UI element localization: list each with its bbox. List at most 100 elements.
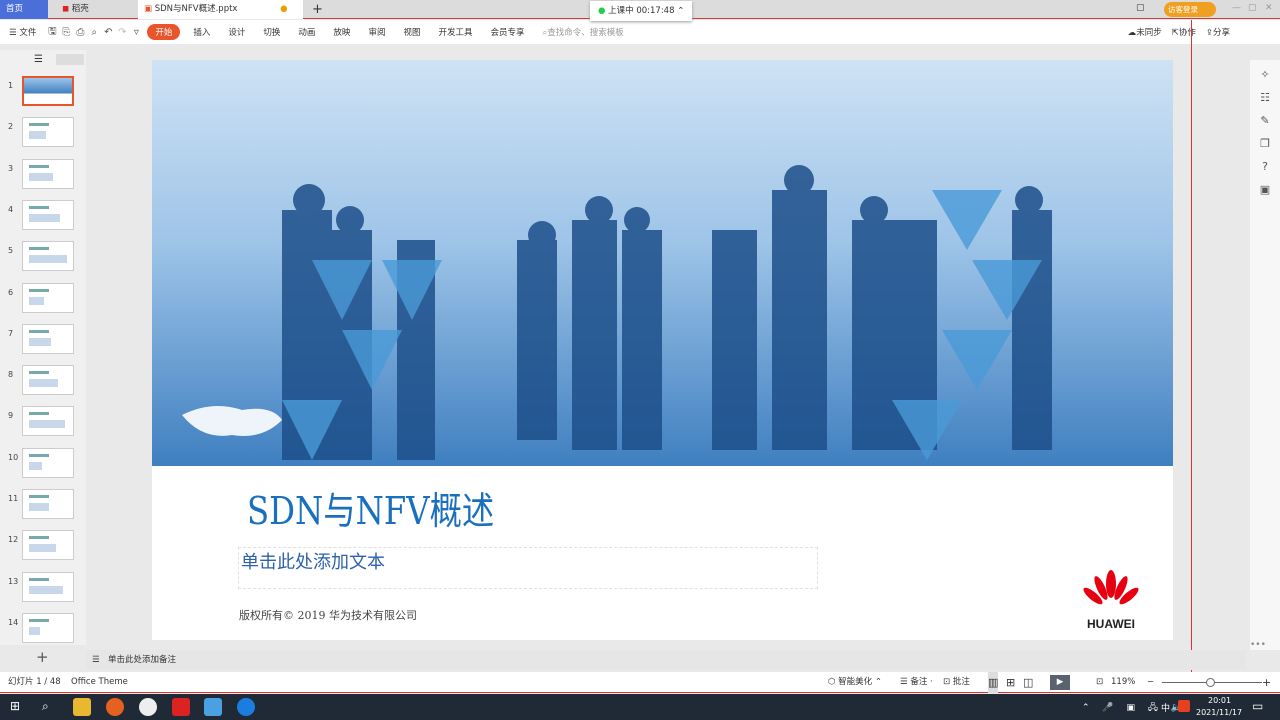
menu-transitions[interactable]: 切换 bbox=[254, 26, 289, 38]
tab-docer[interactable]: ◼ 稻壳 bbox=[56, 0, 136, 19]
slide-thumbnail[interactable] bbox=[22, 571, 74, 602]
new-tab-button[interactable]: + bbox=[306, 0, 323, 19]
menu-member[interactable]: 会员专享 bbox=[481, 26, 533, 38]
login-button[interactable]: 访客登录 bbox=[1164, 2, 1216, 17]
menu-slideshow[interactable]: 放映 bbox=[324, 26, 359, 38]
tab-label: 稻壳 bbox=[71, 4, 89, 14]
comments-button[interactable]: ⊡ 批注 bbox=[943, 672, 970, 693]
slide-thumbnail[interactable] bbox=[22, 282, 74, 313]
slide-thumbnail[interactable] bbox=[22, 117, 74, 148]
wps-icon[interactable] bbox=[172, 698, 190, 716]
tab-bar: 首页 ◼ 稻壳 ▣ SDN与NFV概述.pptx ● + ● 上课中 00:17… bbox=[0, 0, 1280, 21]
play-slideshow-button[interactable]: ▶ bbox=[1050, 675, 1070, 690]
menu-design[interactable]: 设计 bbox=[219, 26, 254, 38]
slide-title[interactable]: SDN与NFV概述 bbox=[247, 480, 494, 535]
help-icon[interactable]: ? bbox=[1262, 160, 1268, 173]
slide-counter: 幻灯片 1 / 48 bbox=[8, 677, 61, 687]
menu-review[interactable]: 审阅 bbox=[359, 26, 394, 38]
firefox-icon[interactable] bbox=[106, 698, 124, 716]
outline-view-icon[interactable]: ☰ bbox=[34, 54, 43, 65]
menu-animation[interactable]: 动画 bbox=[289, 26, 324, 38]
slide-thumbnail[interactable] bbox=[22, 406, 74, 437]
classroom-app-icon[interactable] bbox=[204, 698, 222, 716]
animation-icon[interactable]: ✧ bbox=[1260, 68, 1269, 81]
beautify-button[interactable]: ⬡ 智能美化 ⌃ bbox=[828, 672, 882, 693]
timer-text: 上课中 00:17:48 bbox=[608, 6, 675, 16]
maximize-button[interactable]: ▢ bbox=[1248, 3, 1257, 13]
undo-icon[interactable]: ↶ bbox=[101, 27, 115, 38]
export-icon[interactable]: ⎘ bbox=[59, 27, 73, 38]
search-input[interactable]: ⌕查找命令、搜索模板 bbox=[534, 26, 633, 38]
windows-start-icon[interactable]: ⊞ bbox=[10, 699, 20, 713]
class-timer[interactable]: ● 上课中 00:17:48 ⌃ bbox=[590, 1, 692, 21]
clock-time[interactable]: 20:01 bbox=[1208, 696, 1231, 705]
right-tool-sidebar: ✧ ☷ ✎ ❐? ▣ ••• bbox=[1250, 60, 1280, 650]
menu-insert[interactable]: 插入 bbox=[184, 26, 219, 38]
sorter-view-icon[interactable]: ⊞ bbox=[1006, 672, 1015, 693]
slide-thumbnail[interactable] bbox=[22, 76, 74, 106]
notification-icon[interactable]: ▭ bbox=[1252, 699, 1263, 713]
notes-icon: ☰ bbox=[92, 655, 100, 665]
close-button[interactable]: ✕ bbox=[1265, 3, 1273, 13]
menu-view[interactable]: 视图 bbox=[394, 26, 429, 38]
notes-pane[interactable]: ☰ 单击此处添加备注 bbox=[86, 650, 1246, 670]
more-icon[interactable]: ••• bbox=[1250, 640, 1266, 650]
copy-icon[interactable]: ❐ bbox=[1260, 137, 1270, 150]
ime-indicator[interactable]: 中 bbox=[1161, 701, 1170, 714]
sogou-icon[interactable] bbox=[1178, 700, 1190, 712]
more-icon[interactable]: ▿ bbox=[129, 27, 143, 38]
menu-home[interactable]: 开始 bbox=[147, 24, 181, 40]
subtitle-placeholder[interactable]: 单击此处添加文本 bbox=[238, 547, 818, 589]
thumbnail-view-icon[interactable] bbox=[56, 54, 84, 65]
app-avatar-icon[interactable] bbox=[139, 698, 157, 716]
zoom-level[interactable]: 119% bbox=[1111, 672, 1135, 693]
tab-label: SDN与NFV概述.pptx bbox=[154, 4, 238, 14]
search-icon[interactable]: ⌕ bbox=[42, 699, 49, 714]
menu-developer[interactable]: 开发工具 bbox=[429, 26, 481, 38]
clock-date[interactable]: 2021/11/17 bbox=[1196, 708, 1242, 717]
sync-button[interactable]: ☁未同步 bbox=[1128, 26, 1162, 38]
fit-window-icon[interactable]: ⊡ bbox=[1096, 672, 1103, 693]
beautify-label: 智能美化 bbox=[838, 677, 873, 687]
minimize-button[interactable]: — bbox=[1232, 3, 1241, 13]
settings-sliders-icon[interactable]: ☷ bbox=[1260, 91, 1270, 104]
slide-thumbnail[interactable] bbox=[22, 447, 74, 478]
collab-button[interactable]: ⇱协作 bbox=[1172, 26, 1196, 38]
window-count-icon[interactable]: ▢ bbox=[1136, 3, 1145, 13]
print-icon[interactable]: ⎙ bbox=[73, 27, 87, 38]
save-icon[interactable]: 🖫 bbox=[45, 24, 59, 41]
huawei-petals-icon bbox=[1083, 570, 1139, 605]
slide-thumbnail[interactable] bbox=[22, 199, 74, 230]
thumbnail-number: 12 bbox=[8, 535, 19, 545]
file-menu[interactable]: ☰ 文件 bbox=[0, 26, 45, 38]
system-tray-icons[interactable]: ⌃ 🎤 ▣ 🖧 🔈 bbox=[1082, 700, 1187, 716]
zoom-slider-handle[interactable] bbox=[1206, 678, 1215, 687]
file-explorer-icon[interactable] bbox=[73, 698, 91, 716]
notes-toggle-button[interactable]: ☰ 备注 · bbox=[900, 672, 933, 693]
slide-thumbnail[interactable] bbox=[22, 489, 74, 519]
slide-canvas[interactable]: SDN与NFV概述 单击此处添加文本 版权所有© 2019 华为技术有限公司 H… bbox=[152, 60, 1173, 640]
thumbnail-number: 14 bbox=[8, 617, 19, 627]
preview-icon[interactable]: ⌕ bbox=[87, 27, 101, 38]
unsaved-dot-icon: ● bbox=[280, 4, 288, 14]
normal-view-icon[interactable]: ▥ bbox=[988, 672, 999, 693]
slide-thumbnail[interactable] bbox=[22, 323, 74, 354]
slide-thumbnail[interactable] bbox=[22, 612, 74, 643]
reading-view-icon[interactable]: ◫ bbox=[1023, 672, 1033, 693]
zoom-in-button[interactable]: + bbox=[1262, 672, 1271, 693]
search-placeholder: 查找命令、搜索模板 bbox=[547, 28, 624, 38]
tab-home[interactable]: 首页 bbox=[0, 0, 48, 19]
slide-thumbnail[interactable] bbox=[22, 158, 74, 189]
k-app-icon[interactable] bbox=[237, 698, 255, 716]
slide-thumbnail[interactable] bbox=[22, 365, 74, 396]
redo-icon[interactable]: ↷ bbox=[115, 27, 129, 38]
thumbnail-number: 6 bbox=[8, 287, 14, 297]
pin-icon[interactable]: ✎ bbox=[1260, 114, 1269, 127]
slide-thumbnail[interactable] bbox=[22, 241, 74, 272]
add-slide-button[interactable]: + bbox=[36, 648, 49, 666]
image-icon[interactable]: ▣ bbox=[1260, 183, 1270, 196]
slide-thumbnail[interactable] bbox=[22, 530, 74, 561]
share-button[interactable]: ⇪分享 bbox=[1206, 26, 1230, 38]
zoom-out-button[interactable]: − bbox=[1147, 672, 1154, 693]
tab-document[interactable]: ▣ SDN与NFV概述.pptx ● bbox=[138, 0, 303, 19]
